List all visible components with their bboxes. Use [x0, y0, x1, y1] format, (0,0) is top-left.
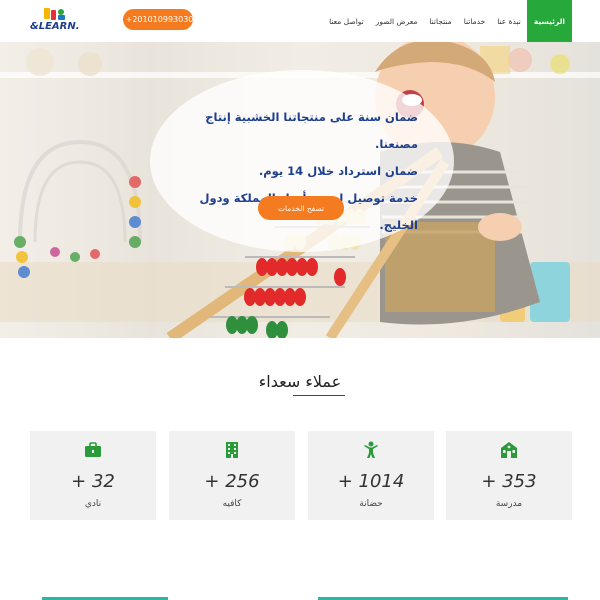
- nav-item-products[interactable]: منتجاتنا: [423, 0, 457, 42]
- phone-number: +201010993030: [125, 15, 194, 24]
- stat-label: مدرسة: [495, 499, 523, 509]
- stat-card-cafe: + 256 كافيه: [169, 431, 295, 520]
- hero-line-refund: ضمان استرداد خلال 14 يوم.: [258, 164, 418, 178]
- stat-label: كافيه: [222, 499, 242, 509]
- title-underline: [293, 395, 345, 396]
- hero-line-warranty: ضمان سنة على منتجاتنا الخشبية إنتاج مصنع…: [205, 110, 418, 151]
- nav-item-home[interactable]: الرئيسية: [526, 0, 572, 42]
- logo[interactable]: &LEARN.: [30, 6, 80, 34]
- school-icon: [501, 442, 517, 458]
- stat-value: + 256: [204, 471, 260, 492]
- stat-label: حضانة: [359, 499, 383, 509]
- stat-card-nursery: + 1014 حضانة: [308, 431, 434, 520]
- nav-item-about[interactable]: نبذة عنا: [491, 0, 527, 42]
- hero-banner: ضمان سنة على منتجاتنا الخشبية إنتاج مصنع…: [0, 42, 600, 338]
- child-icon: [364, 441, 378, 458]
- stat-label: نادي: [84, 499, 102, 509]
- stat-value: + 353: [481, 471, 537, 492]
- section-title: عملاء سعداء: [258, 372, 342, 391]
- site-header: &LEARN. +201010993030 الرئيسية نبذة عنا …: [0, 0, 600, 42]
- nav-item-contact[interactable]: تواصل معنا: [323, 0, 370, 42]
- building-icon: [226, 442, 238, 458]
- stat-value: + 1014: [337, 471, 405, 492]
- nav-item-services[interactable]: خدماتنا: [458, 0, 492, 42]
- stats-cards: + 32 نادي + 256 كافيه + 1014 حضانة + 353…: [30, 431, 572, 520]
- stat-value: + 32: [71, 471, 115, 492]
- logo-mark-icon: [44, 8, 65, 20]
- browse-services-button[interactable]: تصفح الخدمات: [258, 196, 344, 220]
- phone-button[interactable]: +201010993030: [123, 9, 193, 30]
- briefcase-icon: [85, 442, 101, 457]
- stat-card-school: + 353 مدرسة: [446, 431, 572, 520]
- nav-item-gallery[interactable]: معرض الصور: [370, 0, 424, 42]
- main-nav: الرئيسية نبذة عنا خدماتنا منتجاتنا معرض …: [323, 0, 572, 42]
- stat-card-club: + 32 نادي: [30, 431, 156, 520]
- logo-wordmark: &LEARN.: [30, 21, 80, 32]
